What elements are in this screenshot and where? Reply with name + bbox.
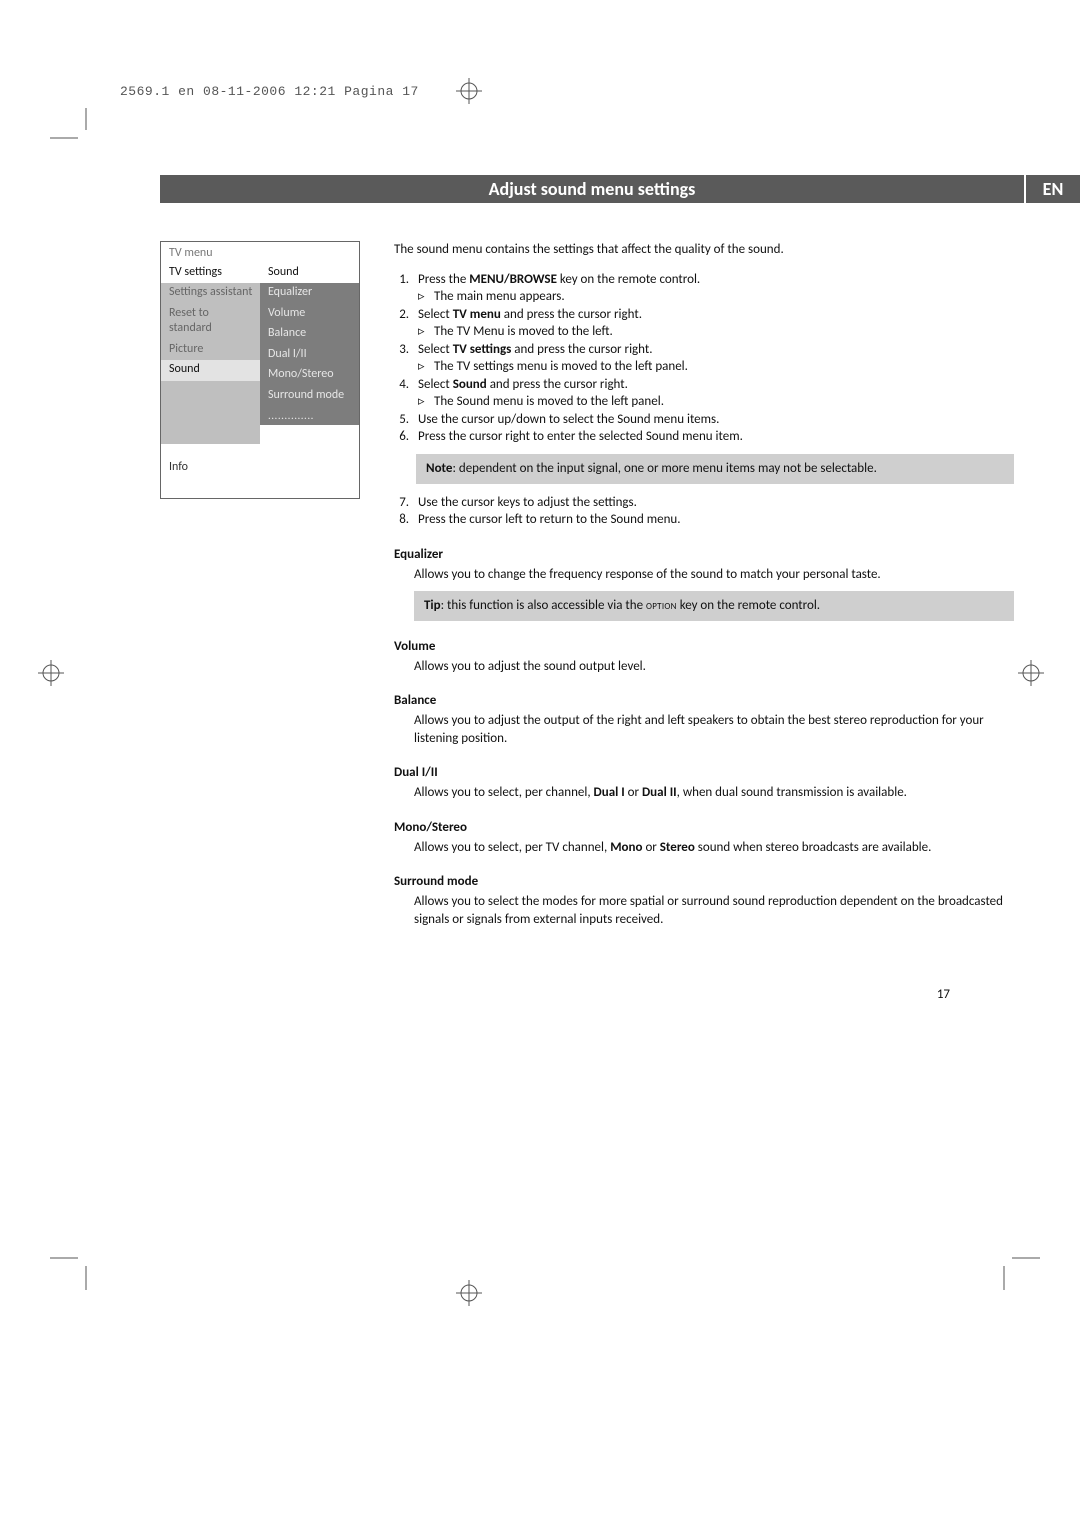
registration-mark-icon: [456, 1280, 478, 1302]
note-box: Note: dependent on the input signal, one…: [416, 454, 1014, 484]
submenu-item: Surround mode: [260, 386, 359, 407]
menu-info-row: Info: [161, 444, 359, 498]
submenu-item: Balance: [260, 324, 359, 345]
step: Press the cursor right to enter the sele…: [412, 428, 1014, 446]
crop-mark-icon: [50, 1250, 90, 1290]
page-title: Adjust sound menu settings: [160, 175, 1024, 203]
registration-mark-icon: [456, 78, 478, 100]
section-equalizer: Equalizer Allows you to change the frequ…: [394, 547, 1014, 621]
result-mark-icon: ▹: [418, 288, 434, 306]
section-mono-stereo: Mono/Stereo Allows you to select, per TV…: [394, 820, 1014, 857]
menu-left-col: TV settings Settings assistant Reset to …: [161, 262, 260, 444]
step: Select TV settings and press the cursor …: [412, 341, 1014, 376]
page-header-band: Adjust sound menu settings EN: [0, 175, 1080, 203]
submenu-item: Dual I/II: [260, 344, 359, 365]
submenu-header: Sound: [260, 262, 359, 283]
crop-mark-icon: [50, 108, 90, 148]
menu-title: TV menu: [161, 242, 359, 262]
section-heading: Dual I/II: [394, 765, 1014, 780]
step: Press the cursor left to return to the S…: [412, 511, 1014, 529]
tip-box: Tip: this function is also accessible vi…: [414, 591, 1014, 621]
intro-text: The sound menu contains the settings tha…: [394, 241, 1014, 259]
language-badge: EN: [1024, 175, 1080, 203]
running-head: 2569.1 en 08-11-2006 12:21 Pagina 17: [120, 84, 419, 99]
menu-item: TV settings: [161, 262, 260, 283]
crop-mark-icon: [990, 1250, 1030, 1290]
result-mark-icon: ▹: [418, 393, 434, 411]
tv-menu-box: TV menu TV settings Settings assistant R…: [160, 241, 360, 499]
step: Press the MENU/BROWSE key on the remote …: [412, 271, 1014, 306]
section-balance: Balance Allows you to adjust the output …: [394, 693, 1014, 747]
menu-item: Reset to standard: [161, 303, 260, 339]
result-mark-icon: ▹: [418, 323, 434, 341]
manual-page: 2569.1 en 08-11-2006 12:21 Pagina 17 Adj…: [0, 0, 1080, 1042]
section-heading: Balance: [394, 693, 1014, 708]
section-dual: Dual I/II Allows you to select, per chan…: [394, 765, 1014, 802]
step: Select Sound and press the cursor right.…: [412, 376, 1014, 411]
submenu-item: Equalizer: [260, 283, 359, 304]
section-body: Allows you to select the modes for more …: [414, 893, 1014, 928]
step: Use the cursor up/down to select the Sou…: [412, 411, 1014, 429]
section-heading: Surround mode: [394, 874, 1014, 889]
step-list-cont: Use the cursor keys to adjust the settin…: [394, 494, 1014, 529]
submenu-more: ..............: [260, 406, 359, 425]
submenu-item: Volume: [260, 303, 359, 324]
section-body: Allows you to select, per TV channel, Mo…: [414, 839, 1014, 857]
menu-item: Picture: [161, 339, 260, 360]
section-heading: Volume: [394, 639, 1014, 654]
menu-item: Settings assistant: [161, 283, 260, 304]
section-heading: Mono/Stereo: [394, 820, 1014, 835]
step: Select TV menu and press the cursor righ…: [412, 306, 1014, 341]
step-list: Press the MENU/BROWSE key on the remote …: [394, 271, 1014, 446]
page-number: 17: [394, 987, 1014, 1002]
section-body: Allows you to adjust the output of the r…: [414, 712, 1014, 747]
body-content: The sound menu contains the settings tha…: [360, 241, 1020, 1002]
step: Use the cursor keys to adjust the settin…: [412, 494, 1014, 512]
section-body: Allows you to change the frequency respo…: [414, 566, 1014, 584]
section-heading: Equalizer: [394, 547, 1014, 562]
section-surround: Surround mode Allows you to select the m…: [394, 874, 1014, 928]
section-body: Allows you to select, per channel, Dual …: [414, 784, 1014, 802]
menu-item-active: Sound: [161, 360, 260, 381]
section-volume: Volume Allows you to adjust the sound ou…: [394, 639, 1014, 676]
submenu-item: Mono/Stereo: [260, 365, 359, 386]
section-body: Allows you to adjust the sound output le…: [414, 658, 1014, 676]
result-mark-icon: ▹: [418, 358, 434, 376]
menu-right-col: Sound Equalizer Volume Balance Dual I/II…: [260, 262, 359, 444]
